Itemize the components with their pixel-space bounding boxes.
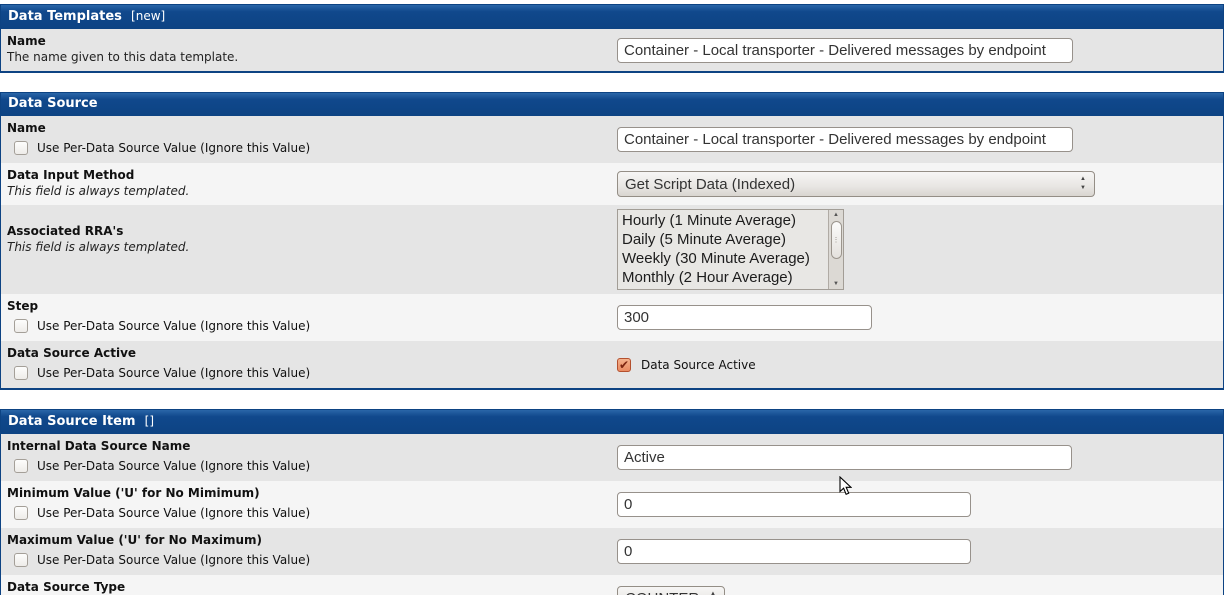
section-header-data-source-item: Data Source Item []	[1, 410, 1223, 434]
field-label: Internal Data Source Name	[7, 438, 604, 454]
field-description: This field is always templated.	[7, 183, 604, 199]
field-label: Data Source Active	[7, 345, 604, 361]
field-label-cell: Name Use Per-Data Source Value (Ignore t…	[1, 116, 612, 163]
data-source-active-checkbox[interactable]: ✔	[617, 358, 631, 372]
row-data-input-method: Data Input Method This field is always t…	[1, 163, 1223, 205]
field-label: Data Source Type	[7, 579, 604, 595]
per-data-source-label: Use Per-Data Source Value (Ignore this V…	[37, 366, 310, 380]
per-data-source-label: Use Per-Data Source Value (Ignore this V…	[37, 506, 310, 520]
section-data-templates: Data Templates [new] Name The name given…	[0, 4, 1224, 73]
row-minimum-value: Minimum Value ('U' for No Mimimum) Use P…	[1, 481, 1223, 528]
section-title: Data Source Item	[8, 414, 136, 429]
maximum-value-input[interactable]	[617, 539, 971, 564]
listbox-scrollbar[interactable]: ▲ ⋮ ▼	[828, 210, 843, 289]
select-spinner-icon: ▲▼	[710, 590, 716, 595]
section-title: Data Templates	[8, 9, 122, 24]
data-source-type-select[interactable]: COUNTER ▲▼	[617, 586, 725, 595]
field-label-cell: Name The name given to this data templat…	[1, 29, 612, 71]
per-data-source-checkbox[interactable]	[14, 141, 28, 155]
field-label: Data Input Method	[7, 167, 604, 183]
data-source-active-label: Data Source Active	[641, 358, 756, 372]
per-data-source-label: Use Per-Data Source Value (Ignore this V…	[37, 459, 310, 473]
field-label: Maximum Value ('U' for No Maximum)	[7, 532, 604, 548]
section-data-source-item: Data Source Item [] Internal Data Source…	[0, 409, 1224, 595]
section-header-data-source: Data Source	[1, 93, 1223, 116]
row-data-source-type: Data Source Type Use Per-Data Source Val…	[1, 575, 1223, 595]
row-maximum-value: Maximum Value ('U' for No Maximum) Use P…	[1, 528, 1223, 575]
field-description: This field is always templated.	[7, 239, 604, 255]
field-label-cell: Step Use Per-Data Source Value (Ignore t…	[1, 294, 612, 341]
section-title: Data Source	[8, 96, 98, 111]
field-label: Name	[7, 120, 604, 136]
field-label: Associated RRA's	[7, 223, 604, 239]
rra-option[interactable]: Monthly (2 Hour Average)	[622, 268, 828, 287]
row-step: Step Use Per-Data Source Value (Ignore t…	[1, 294, 1223, 341]
selected-option-label: Get Script Data (Indexed)	[625, 176, 795, 193]
per-data-source-checkbox[interactable]	[14, 366, 28, 380]
select-spinner-icon: ▲▼	[1080, 175, 1086, 193]
field-label-cell: Maximum Value ('U' for No Maximum) Use P…	[1, 528, 612, 575]
field-label: Step	[7, 298, 604, 314]
rra-option[interactable]: Daily (5 Minute Average)	[622, 230, 828, 249]
step-input[interactable]	[617, 305, 872, 330]
scrollbar-thumb[interactable]: ⋮	[831, 221, 842, 259]
minimum-value-input[interactable]	[617, 492, 971, 517]
template-name-input[interactable]	[617, 38, 1073, 63]
associated-rras-listbox[interactable]: Hourly (1 Minute Average) Daily (5 Minut…	[617, 209, 844, 290]
field-label-cell: Internal Data Source Name Use Per-Data S…	[1, 434, 612, 481]
data-input-method-select[interactable]: Get Script Data (Indexed) ▲▼	[617, 171, 1095, 197]
per-data-source-label: Use Per-Data Source Value (Ignore this V…	[37, 319, 310, 333]
selected-option-label: COUNTER	[625, 590, 699, 595]
per-data-source-checkbox[interactable]	[14, 459, 28, 473]
per-data-source-checkbox[interactable]	[14, 506, 28, 520]
per-data-source-checkbox[interactable]	[14, 553, 28, 567]
row-ds-name: Name Use Per-Data Source Value (Ignore t…	[1, 116, 1223, 163]
data-template-edit-page: Data Templates [new] Name The name given…	[0, 0, 1224, 595]
rra-option[interactable]: Weekly (30 Minute Average)	[622, 249, 828, 268]
field-label-cell: Data Source Type Use Per-Data Source Val…	[1, 575, 612, 595]
per-data-source-checkbox[interactable]	[14, 319, 28, 333]
section-header-data-templates: Data Templates [new]	[1, 5, 1223, 29]
rra-option[interactable]: Hourly (1 Minute Average)	[622, 211, 828, 230]
field-label: Name	[7, 33, 604, 49]
row-internal-name: Internal Data Source Name Use Per-Data S…	[1, 434, 1223, 481]
field-label-cell: Minimum Value ('U' for No Mimimum) Use P…	[1, 481, 612, 528]
scrollbar-down-icon[interactable]: ▼	[833, 280, 839, 288]
per-data-source-label: Use Per-Data Source Value (Ignore this V…	[37, 141, 310, 155]
per-data-source-label: Use Per-Data Source Value (Ignore this V…	[37, 553, 310, 567]
row-associated-rras: Associated RRA's This field is always te…	[1, 205, 1223, 294]
field-label-cell: Associated RRA's This field is always te…	[1, 205, 612, 294]
row-data-source-active: Data Source Active Use Per-Data Source V…	[1, 341, 1223, 388]
scrollbar-grip-icon: ⋮	[833, 237, 840, 244]
ds-name-input[interactable]	[617, 127, 1073, 152]
scrollbar-up-icon[interactable]: ▲	[833, 211, 839, 219]
field-description: The name given to this data template.	[7, 49, 604, 65]
row-template-name: Name The name given to this data templat…	[1, 29, 1223, 71]
section-title-suffix: []	[145, 414, 154, 428]
section-title-suffix: [new]	[131, 9, 165, 23]
mouse-cursor	[839, 476, 852, 496]
internal-data-source-name-input[interactable]	[617, 445, 1072, 470]
section-data-source: Data Source Name Use Per-Data Source Val…	[0, 92, 1224, 390]
field-label: Minimum Value ('U' for No Mimimum)	[7, 485, 604, 501]
rra-options: Hourly (1 Minute Average) Daily (5 Minut…	[618, 210, 828, 289]
field-label-cell: Data Source Active Use Per-Data Source V…	[1, 341, 612, 388]
field-label-cell: Data Input Method This field is always t…	[1, 163, 612, 205]
